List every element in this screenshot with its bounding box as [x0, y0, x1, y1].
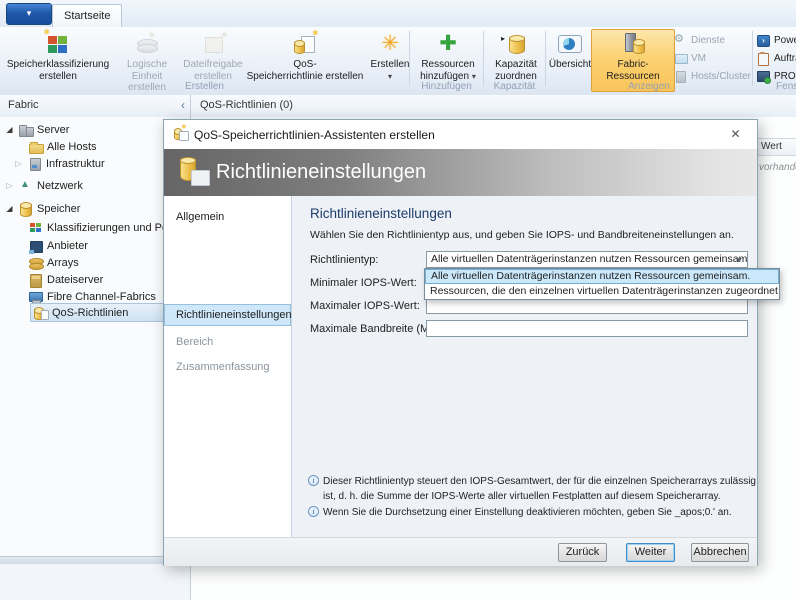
dropdown-option-shared[interactable]: Alle virtuellen Datenträgerinstanzen nut…: [425, 269, 779, 284]
storage-classification-icon: ✶: [43, 28, 71, 57]
services-gear-icon: ⚙: [674, 32, 684, 45]
dropdown-option-dedicated[interactable]: Ressourcen, die den einzelnen virtuellen…: [425, 284, 779, 299]
ribbon: ✶ Speicherklassifizierung erstellen ✶ Log…: [0, 27, 796, 96]
tree-item-infrastruktur[interactable]: ▷ Infrastruktur: [14, 155, 105, 172]
back-button[interactable]: Zurück: [558, 543, 607, 562]
info-icon: i: [308, 506, 319, 517]
ribbon-group-divider: [483, 31, 484, 86]
network-icon: ▲: [20, 179, 30, 190]
chevron-down-icon: ▾: [387, 71, 392, 81]
fabric-panel-title: Fabric: [8, 99, 39, 111]
vm-button: VM: [674, 50, 706, 66]
chevron-down-icon: ▾: [26, 8, 32, 18]
add-plus-icon: ✚: [439, 32, 457, 55]
tree-expander-icon[interactable]: ▷: [14, 159, 23, 168]
dialog-title-icon: ✶: [173, 124, 189, 142]
wizard-step-richtlinieneinstellungen[interactable]: Richtlinieneinstellungen: [164, 304, 292, 326]
bottom-navigation: ⚙ VMs und Dienste: [0, 564, 190, 600]
ribbon-tab-row: ▾ Startseite: [0, 0, 796, 27]
ribbon-group-label-hinzufuegen: Hinzufügen: [421, 81, 472, 92]
jobs-clipboard-icon: [757, 51, 770, 66]
min-iops-label: Minimaler IOPS-Wert:: [310, 277, 417, 289]
close-icon[interactable]: ✕: [727, 126, 744, 142]
capacity-barrel-icon: ▸: [501, 31, 529, 57]
tab-startseite[interactable]: Startseite: [52, 4, 123, 27]
banner-policy-icon: [178, 157, 212, 189]
cancel-button[interactable]: Abbrechen: [691, 543, 749, 562]
info-text: Wenn Sie die Durchsetzung einer Einstell…: [323, 507, 732, 518]
wizard-footer: Zurück Weiter Abbrechen: [164, 537, 757, 566]
tree-expander-icon[interactable]: ▷: [5, 181, 14, 190]
max-bandwidth-input[interactable]: [426, 320, 748, 337]
info-icon: i: [308, 475, 319, 486]
wizard-step-bereich: Bereich: [176, 336, 214, 348]
folder-icon: [28, 139, 44, 154]
tree-item-anbieter[interactable]: Anbieter: [28, 237, 88, 254]
content-heading: Richtlinieneinstellungen: [310, 206, 452, 221]
provider-icon: [28, 238, 43, 254]
tree-expander-icon[interactable]: ◢: [5, 204, 14, 213]
column-header-wert[interactable]: Wert: [761, 141, 782, 152]
info-row: i Dieser Richtlinientyp steuert den IOPS…: [308, 475, 759, 504]
wizard-steps-nav: Allgemein Richtlinieneinstellungen Berei…: [164, 196, 292, 537]
overview-pie-icon: [557, 31, 583, 57]
ribbon-group-divider: [752, 31, 753, 86]
tree-item-speicher[interactable]: ◢ Speicher: [5, 200, 80, 217]
powershell-button[interactable]: › PowerShell: [757, 32, 796, 48]
next-button[interactable]: Weiter: [626, 543, 675, 562]
qos-wizard-dialog: ✶ QoS-Speicherrichtlinien-Assistenten er…: [163, 119, 758, 566]
ribbon-group-label-fenster: Fenster: [776, 81, 796, 92]
tree-item-alle-hosts[interactable]: Alle Hosts: [28, 138, 97, 155]
create-star-icon: ✳: [381, 32, 399, 55]
chevron-down-icon: [736, 258, 742, 265]
wizard-step-allgemein[interactable]: Allgemein: [176, 211, 224, 223]
info-text: Dieser Richtlinientyp steuert den IOPS-G…: [323, 476, 756, 502]
pane-header-strip: Fabric ‹ QoS-Richtlinien (0): [0, 95, 796, 118]
wizard-content: Richtlinieneinstellungen Wählen Sie den …: [292, 196, 757, 537]
tree-item-dateiserver[interactable]: Dateiserver: [28, 271, 103, 288]
fibre-channel-icon: [28, 289, 43, 305]
file-server-icon: [28, 272, 43, 288]
file-share-icon: ✶: [200, 31, 228, 57]
storage-barrel-icon: [18, 201, 33, 217]
collapse-panel-button[interactable]: ‹: [181, 98, 185, 112]
max-iops-label: Maximaler IOPS-Wert:: [310, 300, 420, 312]
qos-policy-icon: [33, 305, 49, 320]
qos-policy-icon: ✶: [292, 29, 319, 57]
powershell-icon: ›: [757, 34, 770, 47]
vm-monitor-icon: [674, 52, 688, 65]
services-button: ⚙ Dienste: [674, 32, 725, 46]
empty-list-text: vorhanden: [759, 162, 796, 173]
policy-type-label: Richtlinientyp:: [310, 254, 379, 266]
page-title: QoS-Richtlinien (0): [200, 99, 293, 111]
tree-item-server[interactable]: ◢ Server: [5, 121, 69, 138]
info-row: i Wenn Sie die Durchsetzung einer Einste…: [308, 506, 759, 521]
logical-unit-icon: ✶: [134, 31, 160, 57]
ribbon-group-label-anzeigen: Anzeigen: [628, 81, 670, 92]
tree-item-arrays[interactable]: Arrays: [28, 254, 79, 271]
classification-grid-icon: [28, 220, 43, 235]
fabric-resources-icon: [620, 31, 646, 57]
wizard-step-zusammenfassung: Zusammenfassung: [176, 361, 270, 373]
server-icon: [18, 122, 34, 137]
tree-item-netzwerk[interactable]: ▷ ▲ Netzwerk: [5, 177, 82, 194]
policy-type-dropdown-popup: Alle virtuellen Datenträgerinstanzen nut…: [424, 268, 780, 300]
content-intro: Wählen Sie den Richtlinientyp aus, und g…: [310, 229, 734, 241]
jobs-button[interactable]: Aufträge: [757, 50, 796, 66]
policy-type-select[interactable]: Alle virtuellen Datenträgerinstanzen nut…: [426, 251, 748, 268]
chevron-down-icon: ▾: [471, 71, 476, 81]
ribbon-group-label-erstellen: Erstellen: [185, 81, 224, 92]
ribbon-group-label-kapazitaet: Kapazität: [493, 81, 536, 92]
tree-expander-icon[interactable]: ◢: [5, 125, 14, 134]
wizard-banner: Richtlinieneinstellungen: [164, 149, 757, 196]
array-disks-icon: [28, 255, 44, 270]
scvmm-window: ▾ Startseite ✶ Speicherklassifizierung er…: [0, 0, 796, 600]
app-menu-button[interactable]: ▾: [6, 3, 52, 25]
infrastructure-server-icon: [27, 156, 42, 171]
banner-title: Richtlinieneinstellungen: [216, 161, 427, 183]
tree-item-klassifizierungen-und-pools[interactable]: Klassifizierungen und Pools: [28, 219, 182, 236]
dialog-title: QoS-Speicherrichtlinien-Assistenten erst…: [194, 128, 435, 142]
